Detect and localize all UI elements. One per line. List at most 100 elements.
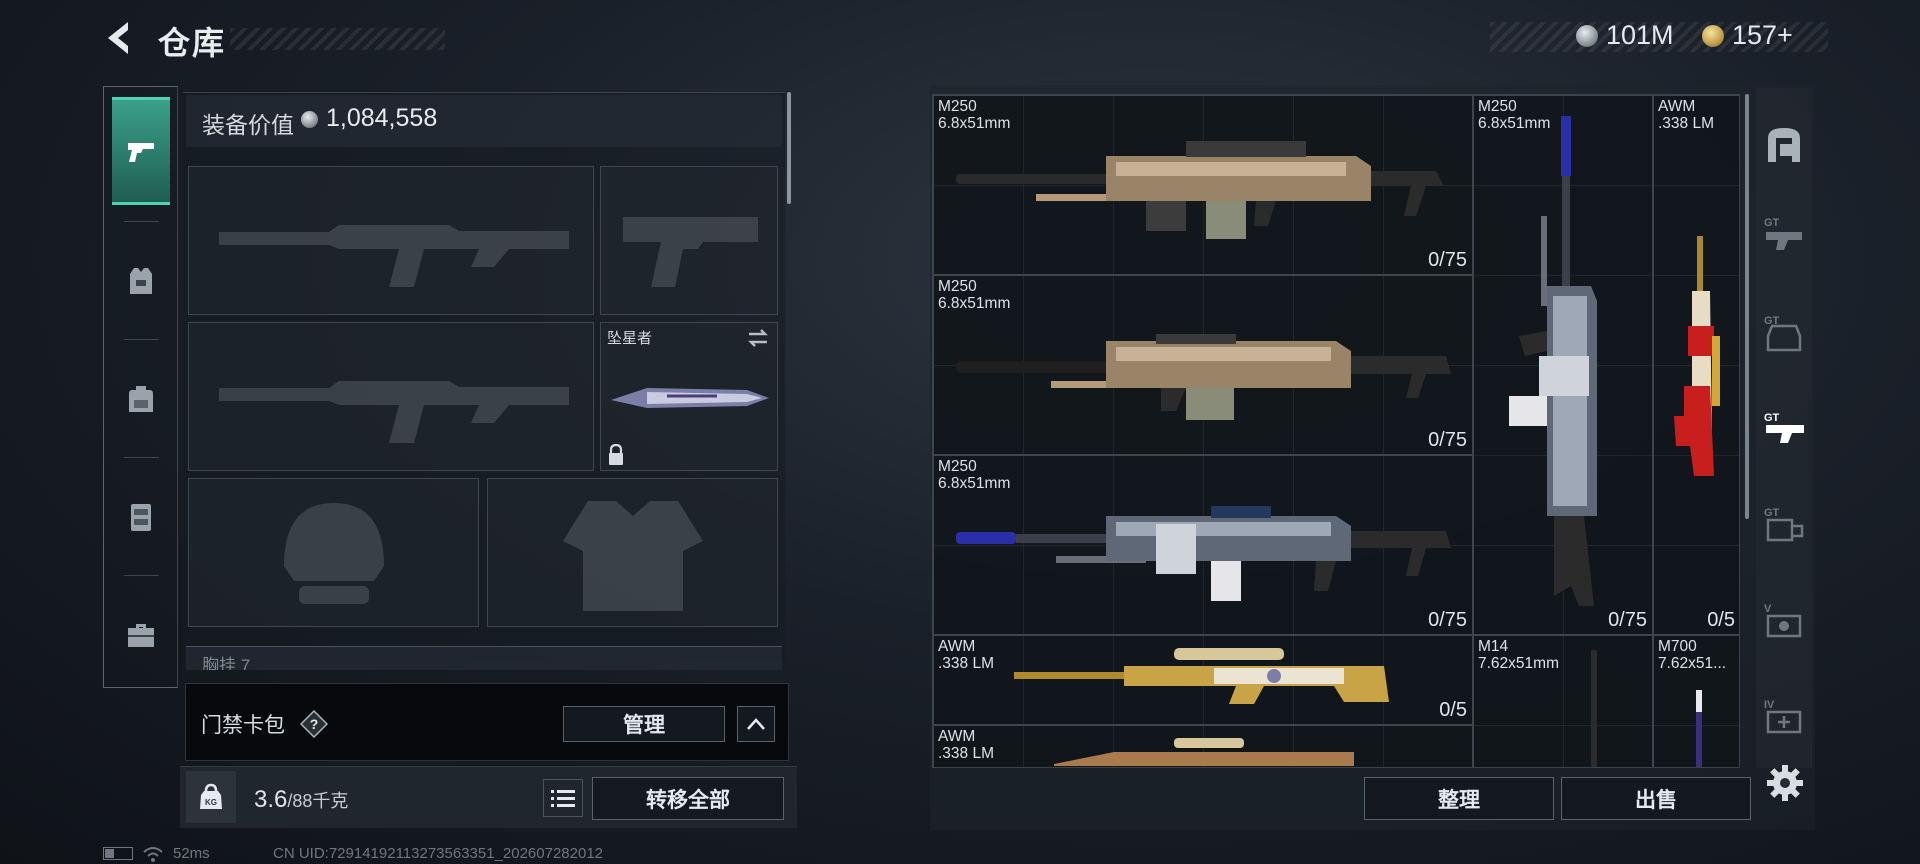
storage-scrollbar[interactable] (1745, 94, 1749, 519)
chest-rig-icon (131, 504, 151, 531)
item-name: AWM (938, 728, 976, 745)
filter-tier-gear[interactable]: GT (1762, 502, 1806, 546)
item-caliber: .338 LM (938, 655, 995, 672)
primary-weapon-slot-2[interactable] (188, 322, 594, 471)
item-name: M14 (1478, 638, 1509, 655)
silver-currency-value: 101M (1606, 20, 1674, 50)
item-ammo-count: 0/75 (1428, 249, 1467, 271)
list-icon (551, 790, 575, 807)
back-arrow-icon[interactable] (100, 18, 140, 58)
category-rail (103, 86, 178, 688)
m250-weapon-image (956, 506, 1451, 601)
category-weapons[interactable] (112, 97, 170, 205)
item-name: M700 (1658, 638, 1697, 655)
m250-weapon-image (956, 334, 1451, 420)
svg-text:GT: GT (1764, 412, 1780, 424)
chest-rig-slot[interactable]: 胸挂 7 (186, 646, 782, 670)
battery-icon (103, 847, 133, 860)
svg-text:KG: KG (205, 798, 217, 807)
armor-silhouette-icon (563, 501, 703, 611)
user-uid: CN UID:72914192113273563351_202607282012 (273, 845, 604, 862)
item-ammo-count: 0/5 (1439, 699, 1467, 721)
sidearm-slot[interactable] (600, 166, 778, 315)
weight-readout: 3.6/88千克 (254, 786, 348, 814)
vest-icon (130, 268, 152, 294)
transfer-all-button[interactable]: 转移全部 (592, 777, 784, 820)
equipment-scrollbar[interactable] (787, 92, 791, 204)
gold-currency[interactable]: 157+ (1702, 20, 1793, 51)
storage-grid[interactable]: M250 6.8x51mm 0/75 M250 6.8x51mm 0/75 M2… (932, 94, 1740, 768)
item-ammo-count: 0/75 (1428, 429, 1467, 451)
filter-tier-4[interactable]: IV (1762, 694, 1806, 738)
body-armor-slot[interactable] (487, 478, 778, 627)
pistol-icon (128, 143, 154, 162)
melee-slot[interactable]: 坠星者 (600, 322, 778, 471)
storage-item[interactable]: AWM .338 LM 0/5 (933, 635, 1473, 725)
chest-rig-label: 胸挂 7 (202, 656, 251, 670)
tier-5-icon: V (1764, 603, 1802, 638)
collapse-button[interactable] (737, 706, 775, 742)
all-items-icon (1768, 128, 1800, 162)
storage-item[interactable]: M700 7.62x51... (1653, 635, 1739, 767)
storage-item[interactable]: AWM .338 LM (933, 725, 1473, 767)
swap-icon[interactable] (745, 327, 771, 349)
item-caliber: 7.62x51mm (1478, 655, 1559, 672)
m14-weapon-image (1591, 650, 1597, 767)
sell-button[interactable]: 出售 (1561, 777, 1751, 820)
gear-icon[interactable] (1764, 762, 1806, 804)
chevron-up-icon (747, 718, 765, 730)
awm-weapon-image (1054, 738, 1354, 766)
svg-text:IV: IV (1764, 699, 1775, 711)
category-armor[interactable] (112, 227, 170, 335)
filter-all[interactable] (1762, 122, 1806, 166)
filter-tier-5[interactable]: V (1762, 598, 1806, 642)
ping-value: 52ms (173, 845, 210, 862)
list-view-button[interactable] (543, 779, 583, 817)
tier-2-weapon-icon: GT (1764, 217, 1802, 250)
filter-tier-weapon-active[interactable]: GT (1762, 407, 1806, 451)
weight-current: 3.6 (254, 786, 288, 813)
gold-coin-icon (1702, 24, 1724, 47)
item-caliber: 7.62x51... (1658, 655, 1727, 672)
filter-tier-2-armor[interactable]: GT (1762, 310, 1806, 354)
toolbox-icon (128, 624, 154, 647)
m250-weapon-image (956, 141, 1444, 239)
melee-item-name: 坠星者 (607, 330, 653, 347)
category-chest-rig[interactable] (112, 463, 170, 571)
category-tools[interactable] (112, 581, 170, 689)
manage-button[interactable]: 管理 (563, 706, 725, 742)
svg-text:GT: GT (1764, 217, 1780, 229)
storage-item[interactable]: M250 6.8x51mm 0/75 (933, 275, 1473, 455)
item-name: M250 (938, 458, 977, 475)
filter-tier-2-weapon[interactable]: GT (1762, 212, 1806, 256)
storage-item[interactable]: M250 6.8x51mm 0/75 (1473, 95, 1653, 635)
helmet-silhouette-icon (284, 503, 384, 604)
access-card-label: 门禁卡包 (201, 714, 285, 737)
tier-weapon-active-icon: GT (1764, 412, 1804, 443)
gold-currency-value: 157+ (1732, 20, 1793, 50)
primary-weapon-slot-1[interactable] (188, 166, 594, 315)
lock-icon (609, 444, 623, 465)
help-glyph: ? (310, 716, 319, 732)
item-caliber: .338 LM (1658, 115, 1715, 132)
svg-text:GT: GT (1764, 507, 1780, 519)
m250-weapon-image-vertical (1509, 116, 1597, 606)
kettlebell-icon: KG (200, 783, 222, 809)
backpack-icon (129, 386, 153, 412)
item-name: AWM (1658, 98, 1696, 115)
storage-item[interactable]: AWM .338 LM 0/5 (1653, 95, 1739, 635)
helmet-slot[interactable] (188, 478, 479, 627)
sort-button[interactable]: 整理 (1364, 777, 1554, 820)
equipment-value: 1,084,558 (326, 104, 438, 132)
storage-item[interactable]: M250 6.8x51mm 0/75 (933, 95, 1473, 275)
storage-item[interactable]: M250 6.8x51mm 0/75 (933, 455, 1473, 635)
category-backpack[interactable] (112, 345, 170, 453)
melee-weapon-image (611, 388, 769, 408)
silver-currency[interactable]: 101M (1576, 20, 1674, 51)
pistol-silhouette-icon (623, 217, 758, 287)
storage-item[interactable]: M14 7.62x51mm (1473, 635, 1653, 767)
tier-4-icon: IV (1764, 699, 1802, 734)
help-icon[interactable]: ? (300, 710, 328, 738)
silver-coin-icon (301, 111, 318, 128)
rifle-silhouette-icon (219, 381, 569, 443)
